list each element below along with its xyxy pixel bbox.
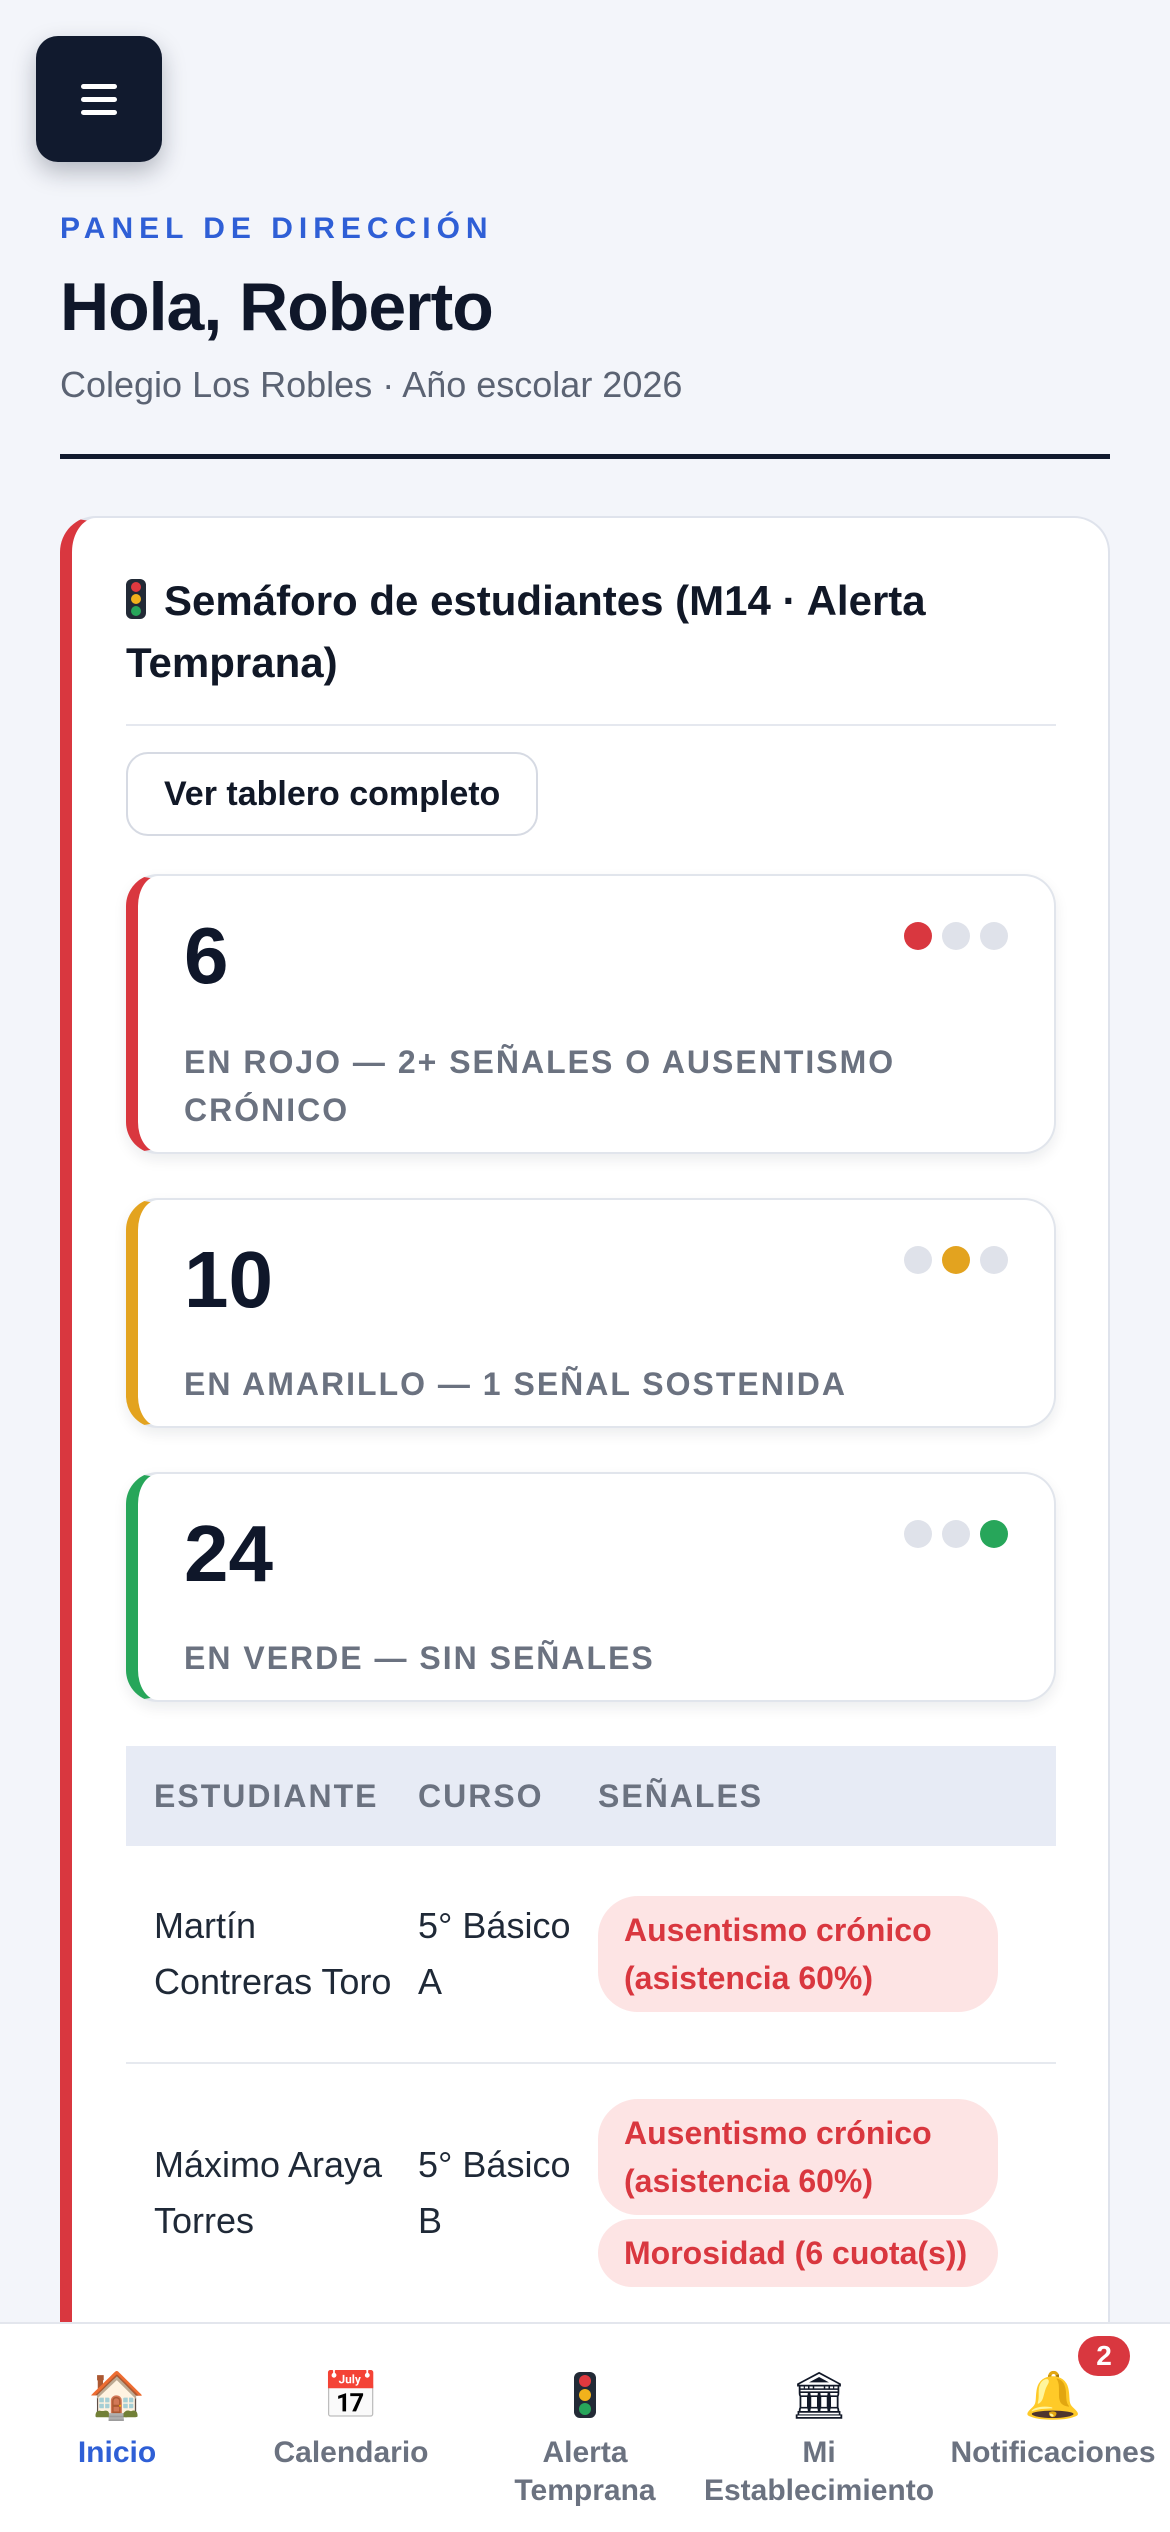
signal-pill: Ausentismo crónico (asistencia 60%): [598, 1896, 998, 2012]
bell-icon: 🔔: [1024, 2369, 1082, 2421]
semaforo-card: Semáforo de estudiantes (M14 · Alerta Te…: [60, 516, 1110, 2416]
header-divider: [60, 454, 1110, 459]
stat-count: 6: [184, 911, 229, 1000]
red-dot-icon: [904, 922, 932, 950]
page-title: Hola, Roberto: [60, 269, 494, 345]
column-header-student: ESTUDIANTE: [154, 1777, 379, 1814]
house-icon: 🏠: [88, 2369, 146, 2421]
status-dots: [904, 1520, 1008, 1548]
stat-count: 10: [184, 1235, 273, 1324]
dot-icon: [942, 1520, 970, 1548]
nav-item-alerta-temprana[interactable]: Alerta Temprana: [468, 2324, 702, 2532]
student-signals: Ausentismo crónico (asistencia 60%): [598, 1896, 1056, 2012]
student-course: 5° Básico A: [418, 1905, 571, 2002]
semaforo-title: Semáforo de estudiantes (M14 · Alerta Te…: [126, 570, 1056, 694]
yellow-dot-icon: [942, 1246, 970, 1274]
students-table: ESTUDIANTE CURSO SEÑALES Martín Contrera…: [126, 1746, 1056, 2324]
stat-label: EN ROJO — 2+ SEÑALES O AUSENTISMO CRÓNIC…: [184, 1044, 896, 1128]
table-header: ESTUDIANTE CURSO SEÑALES: [126, 1746, 1056, 1846]
hamburger-icon: [81, 83, 117, 115]
traffic-light-icon: [574, 2370, 596, 2420]
signal-pill: Ausentismo crónico (asistencia 60%): [598, 2099, 998, 2215]
nav-item-inicio[interactable]: 🏠 Inicio: [0, 2324, 234, 2532]
stat-label: EN VERDE — SIN SEÑALES: [184, 1640, 655, 1676]
nav-label: Mi Establecimiento: [703, 2436, 935, 2507]
nav-item-mi-establecimiento[interactable]: 🏛 Mi Establecimiento: [702, 2324, 936, 2532]
stat-label: EN AMARILLO — 1 SEÑAL SOSTENIDA: [184, 1366, 847, 1402]
card-divider: [126, 724, 1056, 726]
page-subtitle: Colegio Los Robles · Año escolar 2026: [60, 364, 683, 405]
institution-icon: 🏛: [789, 2369, 849, 2421]
nav-label: Alerta Temprana: [514, 2436, 656, 2507]
traffic-light-icon: [126, 579, 146, 619]
nav-label: Inicio: [77, 2436, 157, 2469]
column-header-course: CURSO: [418, 1777, 544, 1814]
student-name: Martín Contreras Toro: [154, 1905, 392, 2002]
nav-label: Calendario: [273, 2436, 429, 2469]
table-row[interactable]: Máximo Araya Torres 5° Básico B Ausentis…: [126, 2064, 1056, 2324]
stat-card-green[interactable]: 24 EN VERDE — SIN SEÑALES: [126, 1472, 1056, 1702]
menu-button[interactable]: [36, 36, 162, 162]
bottom-navigation: 🏠 Inicio 📅 Calendario Alerta Temprana 🏛 …: [0, 2322, 1170, 2532]
calendar-icon: 📅: [322, 2369, 380, 2421]
dot-icon: [980, 922, 1008, 950]
status-dots: [904, 922, 1008, 950]
green-dot-icon: [980, 1520, 1008, 1548]
column-header-signals: SEÑALES: [598, 1777, 764, 1814]
nav-item-calendario[interactable]: 📅 Calendario: [234, 2324, 468, 2532]
student-course: 5° Básico B: [418, 2144, 571, 2241]
stat-count: 24: [184, 1509, 273, 1598]
student-signals: Ausentismo crónico (asistencia 60%) Moro…: [598, 2099, 1056, 2287]
stat-card-red[interactable]: 6 EN ROJO — 2+ SEÑALES O AUSENTISMO CRÓN…: [126, 874, 1056, 1154]
dot-icon: [980, 1246, 1008, 1274]
status-dots: [904, 1246, 1008, 1274]
page-eyebrow: PANEL DE DIRECCIÓN: [60, 212, 494, 245]
table-row[interactable]: Martín Contreras Toro 5° Básico A Ausent…: [126, 1846, 1056, 2064]
view-full-board-button[interactable]: Ver tablero completo: [126, 752, 539, 836]
signal-pill: Morosidad (6 cuota(s)): [598, 2219, 998, 2287]
nav-label: Notificaciones: [950, 2436, 1156, 2469]
page-header: PANEL DE DIRECCIÓN Hola, Roberto Colegio…: [60, 212, 1110, 406]
dot-icon: [904, 1246, 932, 1274]
semaforo-title-text: Semáforo de estudiantes (M14 · Alerta Te…: [126, 577, 926, 686]
stat-card-yellow[interactable]: 10 EN AMARILLO — 1 SEÑAL SOSTENIDA: [126, 1198, 1056, 1428]
student-name: Máximo Araya Torres: [154, 2144, 383, 2241]
dot-icon: [904, 1520, 932, 1548]
nav-item-notificaciones[interactable]: 🔔 2 Notificaciones: [936, 2324, 1170, 2532]
notification-badge: 2: [1078, 2336, 1130, 2376]
dot-icon: [942, 922, 970, 950]
